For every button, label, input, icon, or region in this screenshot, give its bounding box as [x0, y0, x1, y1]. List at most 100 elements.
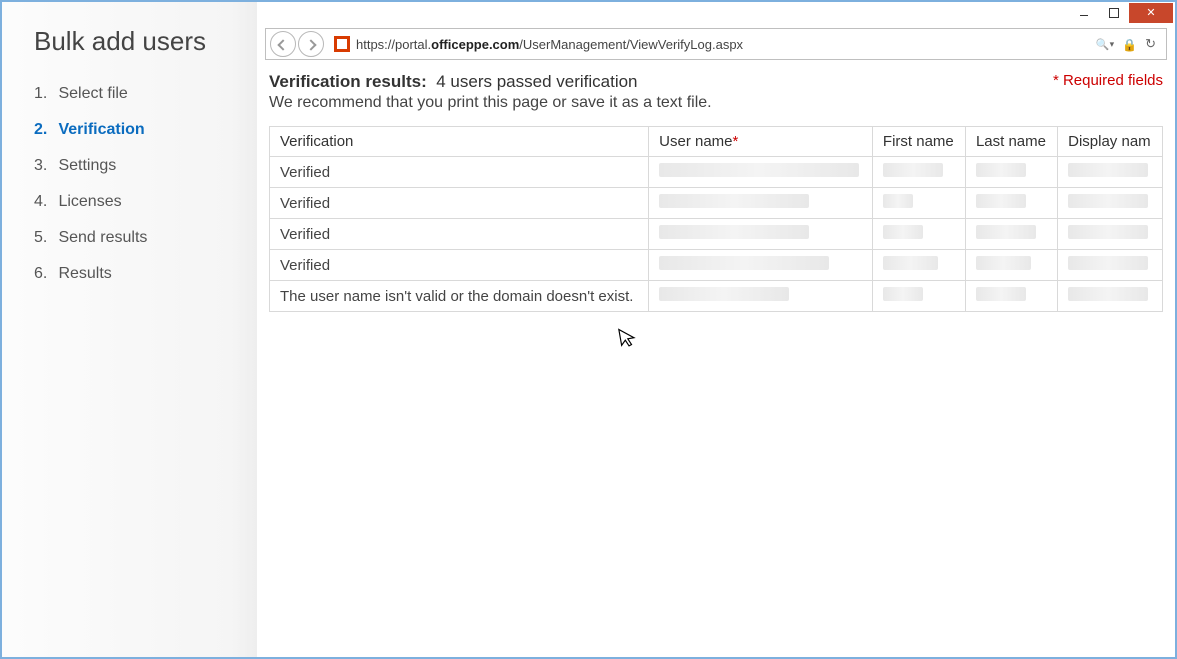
redacted-value — [883, 256, 938, 270]
cell-displayname — [1058, 219, 1163, 250]
cell-lastname — [965, 219, 1057, 250]
cell-displayname — [1058, 188, 1163, 219]
lock-icon — [1122, 37, 1137, 52]
verification-table: VerificationUser name*First nameLast nam… — [269, 126, 1163, 312]
arrow-left-icon — [279, 37, 287, 52]
table-row: Verified — [270, 219, 1163, 250]
cell-firstname — [872, 188, 965, 219]
cell-displayname — [1058, 250, 1163, 281]
wizard-step-6[interactable]: 6. Results — [34, 265, 257, 283]
verification-results-label: Verification results: — [269, 72, 427, 91]
redacted-value — [659, 287, 789, 301]
url-host: officeppe.com — [431, 37, 519, 52]
cell-username — [649, 188, 873, 219]
url-prefix: https://portal. — [356, 37, 431, 52]
required-fields-note: * Required fields — [1053, 72, 1163, 89]
redacted-value — [1068, 163, 1148, 177]
redacted-value — [883, 287, 923, 301]
wizard-step-2[interactable]: 2. Verification — [34, 121, 257, 139]
wizard-step-3[interactable]: 3. Settings — [34, 157, 257, 175]
cell-firstname — [872, 157, 965, 188]
cell-verification: Verified — [270, 157, 649, 188]
wizard-sidebar: Bulk add users 1. Select file 2. Verifica… — [2, 2, 257, 657]
step-number: 1. — [34, 85, 54, 103]
redacted-value — [659, 163, 859, 177]
step-label: Select file — [58, 85, 127, 102]
cell-verification: Verified — [270, 188, 649, 219]
cell-username — [649, 157, 873, 188]
cell-username — [649, 219, 873, 250]
redacted-value — [659, 225, 809, 239]
wizard-step-list: 1. Select file 2. Verification 3. Settings… — [34, 85, 257, 283]
window-titlebar — [257, 2, 1175, 24]
redacted-value — [883, 225, 923, 239]
step-label: Licenses — [58, 193, 121, 210]
redacted-value — [883, 194, 913, 208]
cell-firstname — [872, 250, 965, 281]
cell-firstname — [872, 219, 965, 250]
address-url[interactable]: https://portal.officeppe.com/UserManagem… — [356, 37, 1096, 52]
nav-forward-button[interactable] — [298, 31, 324, 57]
address-right-controls — [1096, 36, 1166, 52]
cell-firstname — [872, 281, 965, 312]
step-number: 2. — [34, 121, 54, 139]
verification-header: Verification results: 4 users passed ver… — [269, 72, 1163, 112]
redacted-value — [976, 256, 1031, 270]
wizard-title: Bulk add users — [34, 26, 257, 57]
cell-verification: Verified — [270, 250, 649, 281]
verification-results-summary: 4 users passed verification — [436, 72, 637, 91]
col-header: Last name — [965, 127, 1057, 157]
redacted-value — [1068, 225, 1148, 239]
cell-lastname — [965, 281, 1057, 312]
office-favicon-icon — [334, 36, 350, 52]
step-number: 3. — [34, 157, 54, 175]
step-number: 4. — [34, 193, 54, 211]
browser-address-bar: https://portal.officeppe.com/UserManagem… — [265, 28, 1167, 60]
col-header: Display nam — [1058, 127, 1163, 157]
search-dropdown-icon[interactable] — [1096, 38, 1114, 51]
table-row: Verified — [270, 157, 1163, 188]
cell-lastname — [965, 250, 1057, 281]
browser-pane: https://portal.officeppe.com/UserManagem… — [257, 2, 1175, 657]
step-number: 5. — [34, 229, 54, 247]
wizard-step-5[interactable]: 5. Send results — [34, 229, 257, 247]
step-label: Results — [58, 265, 111, 282]
table-row: Verified — [270, 188, 1163, 219]
redacted-value — [1068, 256, 1148, 270]
cell-username — [649, 250, 873, 281]
step-number: 6. — [34, 265, 54, 283]
table-header-row: VerificationUser name*First nameLast nam… — [270, 127, 1163, 157]
redacted-value — [659, 256, 829, 270]
step-label: Settings — [58, 157, 116, 174]
redacted-value — [976, 225, 1036, 239]
arrow-right-icon — [307, 37, 315, 52]
verification-advice: We recommend that you print this page or… — [269, 94, 712, 112]
redacted-value — [659, 194, 809, 208]
cell-username — [649, 281, 873, 312]
window-maximize-button[interactable] — [1099, 4, 1129, 22]
step-label: Verification — [58, 121, 144, 138]
wizard-step-1[interactable]: 1. Select file — [34, 85, 257, 103]
redacted-value — [1068, 287, 1148, 301]
page-content: Verification results: 4 users passed ver… — [257, 60, 1175, 312]
wizard-step-4[interactable]: 4. Licenses — [34, 193, 257, 211]
col-header: Verification — [270, 127, 649, 157]
redacted-value — [976, 287, 1026, 301]
redacted-value — [976, 194, 1026, 208]
refresh-button[interactable] — [1145, 36, 1156, 52]
window-close-button[interactable] — [1129, 3, 1173, 23]
mouse-cursor-icon — [617, 325, 640, 356]
window-minimize-button[interactable] — [1069, 4, 1099, 22]
table-row: The user name isn't valid or the domain … — [270, 281, 1163, 312]
url-path: /UserManagement/ViewVerifyLog.aspx — [519, 37, 743, 52]
required-asterisk-icon: * — [733, 133, 739, 150]
cell-lastname — [965, 157, 1057, 188]
redacted-value — [883, 163, 943, 177]
nav-back-button[interactable] — [270, 31, 296, 57]
col-header: First name — [872, 127, 965, 157]
cell-verification: The user name isn't valid or the domain … — [270, 281, 649, 312]
col-header: User name* — [649, 127, 873, 157]
cell-lastname — [965, 188, 1057, 219]
step-label: Send results — [58, 229, 147, 246]
cell-displayname — [1058, 281, 1163, 312]
